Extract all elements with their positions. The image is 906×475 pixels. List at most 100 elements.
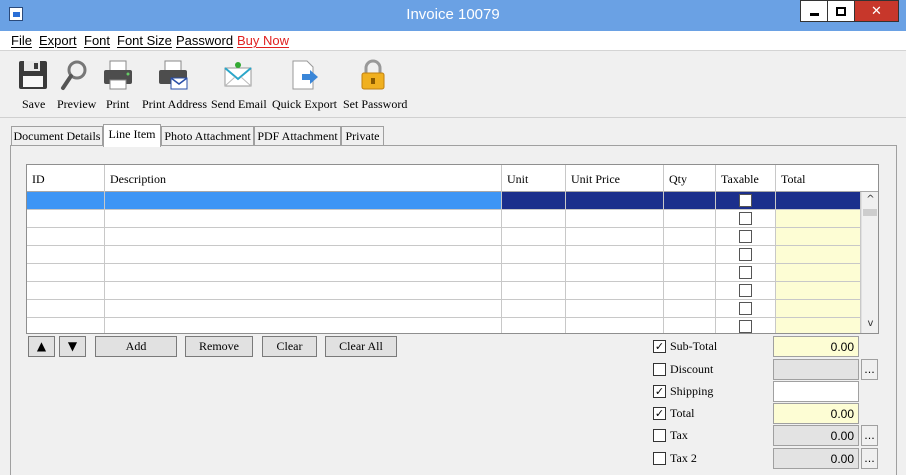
cell-unit-price[interactable] [566,264,664,282]
discount-checkbox[interactable] [653,363,666,376]
cell-unit[interactable] [502,264,566,282]
table-row[interactable] [27,192,861,210]
cell-description[interactable] [105,246,502,264]
cell-description[interactable] [105,210,502,228]
cell-unit[interactable] [502,192,566,210]
cell-taxable[interactable] [716,246,776,264]
cell-description[interactable] [105,228,502,246]
cell-unit-price[interactable] [566,246,664,264]
menu-export[interactable]: Export [39,33,77,48]
cell-description[interactable] [105,300,502,318]
cell-taxable[interactable] [716,192,776,210]
column-header-id[interactable]: ID [27,165,105,192]
cell-unit-price[interactable] [566,318,664,333]
tax-2-checkbox[interactable] [653,452,666,465]
total-checkbox[interactable]: ✓ [653,407,666,420]
cell-total[interactable] [776,318,861,333]
cell-total[interactable] [776,300,861,318]
table-row[interactable] [27,282,861,300]
cell-unit[interactable] [502,246,566,264]
cell-unit[interactable] [502,228,566,246]
cell-qty[interactable] [664,228,716,246]
menu-password[interactable]: Password [176,33,233,48]
taxable-checkbox[interactable] [739,266,752,279]
tax-checkbox[interactable] [653,429,666,442]
set-password-button[interactable]: Set Password [342,55,407,115]
cell-taxable[interactable] [716,264,776,282]
column-header-unit-price[interactable]: Unit Price [566,165,664,192]
cell-taxable[interactable] [716,228,776,246]
cell-id[interactable] [27,300,105,318]
cell-qty[interactable] [664,210,716,228]
table-row[interactable] [27,264,861,282]
cell-unit[interactable] [502,300,566,318]
tab-line-item[interactable]: Line Item [103,124,161,147]
tax-2-field[interactable]: 0.00 [773,448,859,469]
move-down-button[interactable]: ▼ [59,336,86,357]
cell-description[interactable] [105,192,502,210]
taxable-checkbox[interactable] [739,230,752,243]
minimize-button[interactable] [800,0,827,22]
sub-total-field[interactable]: 0.00 [773,336,859,357]
cell-total[interactable] [776,228,861,246]
taxable-checkbox[interactable] [739,320,752,333]
cell-unit-price[interactable] [566,192,664,210]
cell-total[interactable] [776,282,861,300]
menu-buy-now[interactable]: Buy Now [237,33,289,48]
cell-qty[interactable] [664,282,716,300]
print-address-button[interactable]: Print Address [140,55,207,115]
taxable-checkbox[interactable] [739,248,752,261]
tab-private[interactable]: Private [341,126,384,146]
cell-id[interactable] [27,264,105,282]
sub-total-checkbox[interactable]: ✓ [653,340,666,353]
move-up-button[interactable]: ▲ [28,336,55,357]
scroll-thumb[interactable] [863,209,877,216]
clear-button[interactable]: Clear [262,336,317,357]
cell-unit-price[interactable] [566,228,664,246]
cell-unit-price[interactable] [566,300,664,318]
quick-export-button[interactable]: Quick Export [272,55,338,115]
remove-button[interactable]: Remove [185,336,253,357]
discount-more-button[interactable]: ... [861,359,878,380]
cell-qty[interactable] [664,318,716,333]
taxable-checkbox[interactable] [739,302,752,315]
cell-unit[interactable] [502,318,566,333]
cell-id[interactable] [27,246,105,264]
shipping-field[interactable] [773,381,859,402]
cell-taxable[interactable] [716,300,776,318]
scroll-down-icon[interactable]: v [862,316,878,332]
table-row[interactable] [27,210,861,228]
line-item-grid[interactable]: ID Description Unit Unit Price Qty Taxab… [26,164,879,334]
column-header-unit[interactable]: Unit [502,165,566,192]
tab-document-details[interactable]: Document Details [11,126,103,146]
cell-description[interactable] [105,318,502,333]
cell-total[interactable] [776,192,861,210]
clear-all-button[interactable]: Clear All [325,336,397,357]
cell-description[interactable] [105,282,502,300]
cell-qty[interactable] [664,264,716,282]
cell-total[interactable] [776,210,861,228]
tab-photo-attachment[interactable]: Photo Attachment [161,126,254,146]
tax-field[interactable]: 0.00 [773,425,859,446]
tab-pdf-attachment[interactable]: PDF Attachment [254,126,341,146]
table-row[interactable] [27,246,861,264]
send-email-button[interactable]: Send Email [210,55,268,115]
close-button[interactable]: ✕ [854,0,899,22]
cell-description[interactable] [105,264,502,282]
table-row[interactable] [27,300,861,318]
taxable-checkbox[interactable] [739,194,752,207]
cell-unit[interactable] [502,210,566,228]
preview-button[interactable]: Preview [54,55,96,115]
table-row[interactable] [27,318,861,333]
table-row[interactable] [27,228,861,246]
taxable-checkbox[interactable] [739,284,752,297]
scroll-up-icon[interactable]: ^ [862,192,878,208]
cell-qty[interactable] [664,246,716,264]
cell-total[interactable] [776,264,861,282]
column-header-total[interactable]: Total [776,165,878,192]
menu-font-size[interactable]: Font Size [117,33,172,48]
column-header-taxable[interactable]: Taxable [716,165,776,192]
cell-taxable[interactable] [716,282,776,300]
cell-qty[interactable] [664,300,716,318]
column-header-description[interactable]: Description [105,165,502,192]
